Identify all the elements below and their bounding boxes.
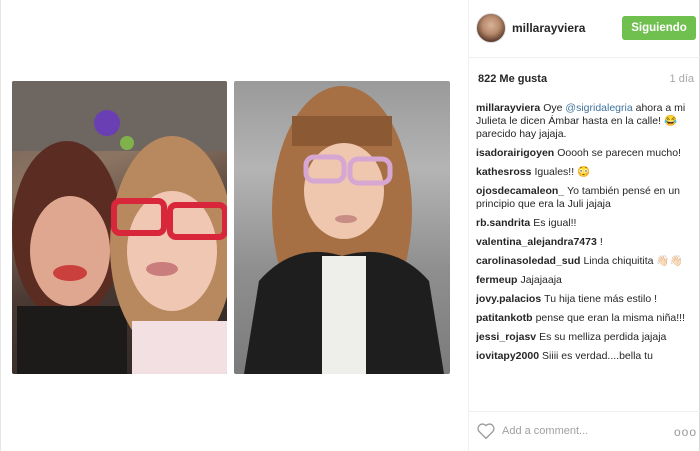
caption-text-before: Oye bbox=[543, 102, 566, 114]
post-media bbox=[2, 0, 468, 451]
comment-text: Jajajaaja bbox=[520, 274, 562, 286]
list-item: rb.sandrita Es igual!! bbox=[476, 217, 694, 230]
caption-username[interactable]: millarayviera bbox=[476, 102, 540, 114]
comment-username[interactable]: rb.sandrita bbox=[476, 217, 530, 229]
list-item: jovy.palacios Tu hija tiene más estilo ! bbox=[476, 293, 694, 306]
list-item: isadorairigoyen Ooooh se parecen mucho! bbox=[476, 147, 694, 160]
comment-username[interactable]: ojosdecamaleon_ bbox=[476, 185, 564, 197]
comment-text: Ooooh se parecen mucho! bbox=[557, 147, 681, 159]
girl-illustration bbox=[244, 86, 444, 374]
comment-text: Siiii es verdad....bella tu bbox=[542, 350, 653, 362]
comment-text: ! bbox=[599, 236, 603, 248]
post-frame: millarayviera Siguiendo 822 Me gusta 1 d… bbox=[0, 0, 700, 451]
post-header: millarayviera Siguiendo bbox=[469, 0, 700, 58]
comment-text: Es igual!! bbox=[533, 217, 577, 229]
comments-list: millarayviera Oye @sigridalegria ahora a … bbox=[476, 102, 694, 404]
post-sidebar: millarayviera Siguiendo 822 Me gusta 1 d… bbox=[468, 0, 700, 451]
comment-username[interactable]: iovitapy2000 bbox=[476, 350, 539, 362]
caption-mention[interactable]: @sigridalegria bbox=[565, 102, 632, 114]
list-item: fermeup Jajajaaja bbox=[476, 274, 694, 287]
comment-username[interactable]: patitankotb bbox=[476, 312, 533, 324]
list-item: ojosdecamaleon_ Yo también pensé en un pr… bbox=[476, 185, 694, 211]
comment-username[interactable]: jessi_rojasv bbox=[476, 331, 536, 343]
comment-text: Linda chiquitita 👋🏻👋🏻 bbox=[583, 255, 683, 267]
photo-girl-glasses[interactable] bbox=[234, 81, 450, 374]
post-time[interactable]: 1 día bbox=[670, 73, 694, 85]
list-item: patitankotb pense que eran la misma niña!… bbox=[476, 312, 694, 325]
comment-text: Iguales!! 😳 bbox=[534, 166, 591, 178]
list-item: iovitapy2000 Siiii es verdad....bella tu bbox=[476, 350, 694, 363]
comment-text: Es su melliza perdida jajaja bbox=[539, 331, 667, 343]
likes-count[interactable]: 822 Me gusta bbox=[478, 73, 547, 85]
list-item: carolinasoledad_sud Linda chiquitita 👋🏻👋🏻 bbox=[476, 255, 694, 268]
comment-username[interactable]: jovy.palacios bbox=[476, 293, 541, 305]
comment-username[interactable]: valentina_alejandra7473 bbox=[476, 236, 597, 248]
list-item: valentina_alejandra7473! bbox=[476, 236, 694, 249]
header-username[interactable]: millarayviera bbox=[512, 21, 585, 35]
avatar[interactable] bbox=[476, 13, 506, 43]
selfie-illustration bbox=[12, 81, 227, 374]
caption: millarayviera Oye @sigridalegria ahora a … bbox=[476, 102, 694, 141]
add-comment-input[interactable]: Add a comment... bbox=[502, 425, 588, 437]
list-item: jessi_rojasv Es su melliza perdida jajaja bbox=[476, 331, 694, 344]
following-button[interactable]: Siguiendo bbox=[622, 16, 696, 40]
comment-username[interactable]: kathesross bbox=[476, 166, 531, 178]
comment-text: pense que eran la misma niña!!! bbox=[535, 312, 686, 324]
comment-footer: Add a comment... ooo bbox=[469, 411, 700, 451]
heart-icon[interactable] bbox=[476, 422, 496, 440]
list-item: kathesross Iguales!! 😳 bbox=[476, 166, 694, 179]
more-options-icon[interactable]: ooo bbox=[674, 425, 697, 439]
post-stats: 822 Me gusta 1 día bbox=[478, 73, 694, 87]
comment-username[interactable]: carolinasoledad_sud bbox=[476, 255, 580, 267]
comment-text: Tu hija tiene más estilo ! bbox=[544, 293, 658, 305]
comment-username[interactable]: fermeup bbox=[476, 274, 517, 286]
comment-username[interactable]: isadorairigoyen bbox=[476, 147, 554, 159]
photo-mother-daughter-selfie[interactable] bbox=[12, 81, 227, 374]
